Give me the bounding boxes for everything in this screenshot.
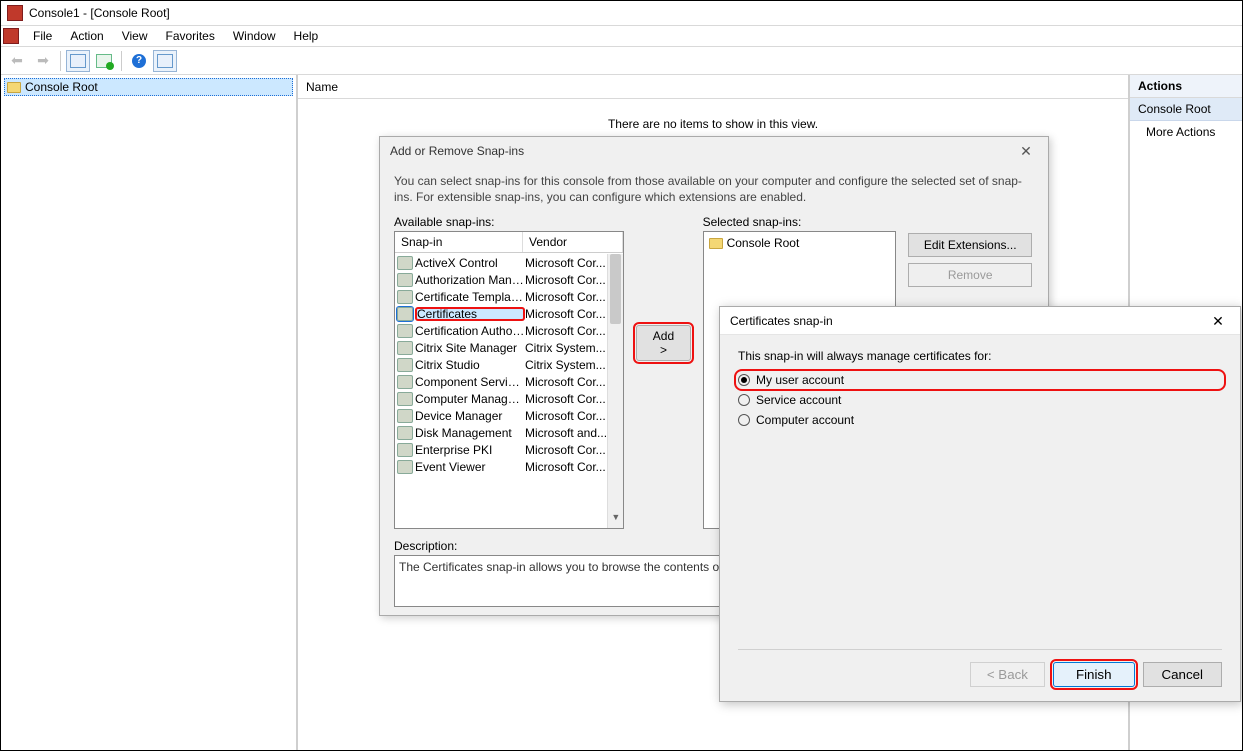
available-snapins-list[interactable]: Snap-in Vendor ActiveX ControlMicrosoft … xyxy=(394,231,624,529)
empty-message: There are no items to show in this view. xyxy=(298,117,1128,131)
tree-root-item[interactable]: Console Root xyxy=(4,78,293,96)
snapin-row[interactable]: Computer Managem...Microsoft Cor... xyxy=(395,390,607,407)
snapin-row[interactable]: Citrix Site ManagerCitrix System... xyxy=(395,339,607,356)
menu-help[interactable]: Help xyxy=(286,27,327,45)
menu-view[interactable]: View xyxy=(114,27,156,45)
finish-button[interactable]: Finish xyxy=(1053,662,1135,687)
snapin-icon xyxy=(397,341,413,355)
folder-icon xyxy=(709,238,723,249)
snapin-icon xyxy=(397,256,413,270)
snapin-icon xyxy=(397,443,413,457)
menubar: File Action View Favorites Window Help xyxy=(1,25,1242,47)
snapin-icon xyxy=(397,460,413,474)
tree-pane: Console Root xyxy=(1,75,298,750)
toolbar-separator xyxy=(60,51,61,71)
scroll-down-icon[interactable]: ▼ xyxy=(608,512,623,528)
edit-extensions-button[interactable]: Edit Extensions... xyxy=(908,233,1032,257)
col-vendor[interactable]: Vendor xyxy=(523,232,623,252)
snapin-row[interactable]: ActiveX ControlMicrosoft Cor... xyxy=(395,254,607,271)
arrow-left-icon: ⬅ xyxy=(11,52,23,69)
snapin-row-certificates[interactable]: CertificatesMicrosoft Cor... xyxy=(395,305,607,322)
radio-icon xyxy=(738,374,750,386)
dialog-titlebar[interactable]: Add or Remove Snap-ins ✕ xyxy=(380,137,1048,165)
actionpane-icon xyxy=(157,54,173,68)
snapin-row[interactable]: Certification AuthorityMicrosoft Cor... xyxy=(395,322,607,339)
actions-scope[interactable]: Console Root xyxy=(1130,98,1242,121)
radio-icon xyxy=(738,414,750,426)
snapin-row[interactable]: Certificate TemplatesMicrosoft Cor... xyxy=(395,288,607,305)
radio-service-account[interactable]: Service account xyxy=(738,393,1222,407)
dialog-close-button[interactable]: ✕ xyxy=(1014,141,1038,161)
selected-root-item[interactable]: Console Root xyxy=(707,235,893,251)
mdi-icon xyxy=(3,28,19,44)
help-icon: ? xyxy=(132,54,146,68)
radio-label: My user account xyxy=(756,373,844,387)
snapin-row[interactable]: Device ManagerMicrosoft Cor... xyxy=(395,407,607,424)
certificates-snapin-dialog: Certificates snap-in ✕ This snap-in will… xyxy=(719,306,1241,702)
snapin-row[interactable]: Authorization ManagerMicrosoft Cor... xyxy=(395,271,607,288)
menu-window[interactable]: Window xyxy=(225,27,284,45)
export-icon xyxy=(96,54,112,68)
radio-my-user-account[interactable]: My user account xyxy=(738,373,1222,387)
certificate-icon xyxy=(397,307,413,321)
cancel-button[interactable]: Cancel xyxy=(1143,662,1223,687)
snapin-icon xyxy=(397,358,413,372)
scrollbar[interactable]: ▲ ▼ xyxy=(607,254,623,528)
cert-dialog-close-button[interactable]: ✕ xyxy=(1206,311,1230,331)
forward-button[interactable]: ➡ xyxy=(31,50,55,72)
arrow-right-icon: ➡ xyxy=(37,52,49,69)
scroll-thumb[interactable] xyxy=(610,254,621,324)
dialog-title: Add or Remove Snap-ins xyxy=(390,144,524,158)
menu-favorites[interactable]: Favorites xyxy=(158,27,223,45)
snapin-icon xyxy=(397,392,413,406)
column-header-name[interactable]: Name xyxy=(298,75,1128,99)
export-button[interactable] xyxy=(92,50,116,72)
cert-dialog-titlebar[interactable]: Certificates snap-in ✕ xyxy=(720,307,1240,335)
snapin-icon xyxy=(397,324,413,338)
back-button: < Back xyxy=(970,662,1045,687)
selected-label: Selected snap-ins: xyxy=(703,215,897,229)
actions-more[interactable]: More Actions xyxy=(1130,121,1242,143)
tree-root-label: Console Root xyxy=(25,80,98,94)
radio-label: Computer account xyxy=(756,413,854,427)
col-snapin[interactable]: Snap-in xyxy=(395,232,523,252)
radio-icon xyxy=(738,394,750,406)
selected-root-label: Console Root xyxy=(727,236,800,250)
snapin-row[interactable]: Enterprise PKIMicrosoft Cor... xyxy=(395,441,607,458)
snapin-row[interactable]: Disk ManagementMicrosoft and... xyxy=(395,424,607,441)
remove-button[interactable]: Remove xyxy=(908,263,1032,287)
show-hide-actions-button[interactable] xyxy=(153,50,177,72)
window-title: Console1 - [Console Root] xyxy=(29,6,170,20)
toolbar-separator xyxy=(121,51,122,71)
folder-icon xyxy=(7,82,21,93)
available-label: Available snap-ins: xyxy=(394,215,624,229)
snapin-icon xyxy=(397,375,413,389)
menu-action[interactable]: Action xyxy=(62,27,111,45)
show-hide-tree-button[interactable] xyxy=(66,50,90,72)
radio-computer-account[interactable]: Computer account xyxy=(738,413,1222,427)
snapin-icon xyxy=(397,409,413,423)
add-button[interactable]: Add > xyxy=(636,325,690,361)
help-button[interactable]: ? xyxy=(127,50,151,72)
back-button[interactable]: ⬅ xyxy=(5,50,29,72)
cert-question: This snap-in will always manage certific… xyxy=(738,349,1222,363)
actions-title: Actions xyxy=(1130,75,1242,98)
window-titlebar: Console1 - [Console Root] xyxy=(1,1,1242,25)
dialog-description: You can select snap-ins for this console… xyxy=(394,173,1034,205)
snapin-icon xyxy=(397,290,413,304)
cert-dialog-title: Certificates snap-in xyxy=(730,314,833,328)
snapin-icon xyxy=(397,426,413,440)
radio-label: Service account xyxy=(756,393,841,407)
account-radio-group: My user account Service account Computer… xyxy=(738,373,1222,427)
snapin-row[interactable]: Event ViewerMicrosoft Cor... xyxy=(395,458,607,475)
app-icon xyxy=(7,5,23,21)
snapin-icon xyxy=(397,273,413,287)
toolbar: ⬅ ➡ ? xyxy=(1,47,1242,75)
menu-file[interactable]: File xyxy=(25,27,60,45)
snapin-row[interactable]: Citrix StudioCitrix System... xyxy=(395,356,607,373)
panes-icon xyxy=(70,54,86,68)
snapin-row[interactable]: Component ServicesMicrosoft Cor... xyxy=(395,373,607,390)
